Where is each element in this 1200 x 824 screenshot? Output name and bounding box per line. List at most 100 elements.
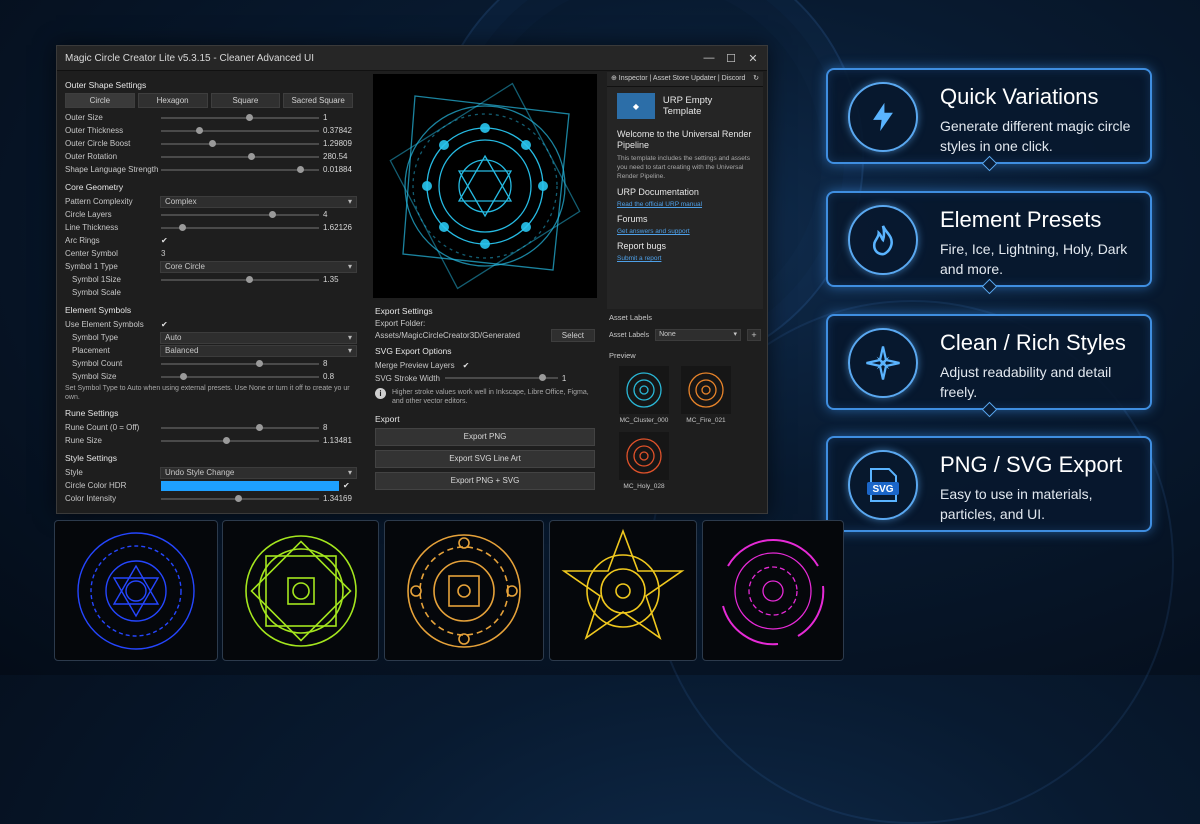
slider-knob[interactable] [246,113,254,121]
setting-value[interactable]: 4 [323,210,357,219]
close-button[interactable]: ✕ [747,52,759,65]
symbol1-size-row: Symbol 1Size 1.35 [65,273,357,286]
setting-value[interactable]: 1.13481 [323,436,357,445]
bugs-link[interactable]: Submit a report [617,255,753,262]
slider-knob[interactable] [268,210,276,218]
setting-label: Rune Size [65,436,102,445]
symbol-size-slider[interactable] [161,372,319,382]
maximize-button[interactable]: ☐ [725,52,737,65]
line-thickness-row: Line Thickness 1.62126 [65,221,357,234]
feature-description: Generate different magic circle styles i… [940,118,1131,154]
slider-knob[interactable] [255,423,263,431]
forums-link[interactable]: Get answers and support [617,228,753,235]
circle-layers-slider[interactable] [161,210,319,220]
placement-dropdown[interactable]: Balanced [160,344,357,357]
center-symbol-field[interactable]: 3 [161,249,165,258]
urp-logo-icon: ◆ [617,93,655,119]
export-png-button[interactable]: Export PNG [375,428,595,446]
shape-language-slider[interactable] [161,165,319,175]
slider-knob[interactable] [248,152,256,160]
slider-knob[interactable] [195,126,203,134]
export-svg-button[interactable]: Export SVG Line Art [375,450,595,468]
info-note: i Higher stroke values work well in Inks… [375,388,595,406]
setting-value[interactable]: 1.62126 [323,223,357,232]
feature-title: Element Presets [940,207,1102,232]
symbol1-type-dropdown[interactable]: Core Circle [160,260,357,273]
magic-circle-graphic [244,534,357,647]
circle-color-swatch[interactable] [161,480,339,491]
rune-count-slider[interactable] [161,423,319,433]
doc-heading: URP Documentation [617,187,699,197]
line-thickness-slider[interactable] [161,223,319,233]
feature-description: Easy to use in materials, particles, and… [940,486,1093,522]
asset-labels-dropdown[interactable]: None [655,329,741,341]
magic-circle-preview[interactable] [373,74,597,298]
add-label-button[interactable]: + [747,329,761,341]
magic-circle-graphic [407,533,521,648]
color-intensity-slider[interactable] [161,494,319,504]
symbol-count-slider[interactable] [161,359,319,369]
slider-knob[interactable] [222,436,230,444]
setting-label: Line Thickness [65,223,119,232]
setting-value[interactable]: 1.35 [323,275,357,284]
export-png-svg-button[interactable]: Export PNG + SVG [375,472,595,490]
setting-value[interactable]: 1.34169 [323,494,357,503]
outer-circle-boost-slider[interactable] [161,139,319,149]
slider-knob[interactable] [180,372,188,380]
inspector-tab-label[interactable]: ⊕ Inspector | Asset Store Updater | Disc… [611,75,745,82]
symbol1-size-slider[interactable] [161,275,319,285]
setting-value[interactable]: 280.54 [323,152,357,161]
outer-size-slider[interactable] [161,113,319,123]
minimize-button[interactable]: — [703,52,715,65]
asset-labels-section: Asset Labels Asset Labels None + [607,309,763,345]
slider-knob[interactable] [297,165,305,173]
outer-rotation-slider[interactable] [161,152,319,162]
preview-item[interactable]: MC_Holy_028 [617,432,671,490]
preview-item[interactable]: MC_Fire_021 [679,366,733,424]
setting-value[interactable]: 0.01884 [323,165,357,174]
setting-value[interactable]: 1 [323,113,357,122]
merge-preview-checkbox[interactable]: ✔ [463,361,470,370]
setting-value[interactable]: 0.37842 [323,126,357,135]
svg-file-icon: SVG [848,450,918,520]
setting-value[interactable]: 0.8 [323,372,357,381]
doc-link[interactable]: Read the official URP manual [617,201,753,208]
diamond-icon [981,278,998,295]
use-element-symbols-checkbox[interactable]: ✔ [161,320,168,329]
slider-knob[interactable] [235,494,243,502]
preview-item[interactable]: MC_Cluster_000 [617,366,671,424]
section-heading: SVG Export Options [375,346,452,356]
pattern-complexity-dropdown[interactable]: Complex [160,195,357,208]
tab-circle[interactable]: Circle [65,93,135,108]
slider-knob[interactable] [539,374,547,381]
outer-thickness-slider[interactable] [161,126,319,136]
rune-size-slider[interactable] [161,436,319,446]
symbol-type-dropdown[interactable]: Auto [160,331,357,344]
slider-knob[interactable] [208,139,216,147]
setting-value[interactable]: 8 [323,359,357,368]
slider-knob[interactable] [178,223,186,231]
setting-value[interactable]: 8 [323,423,357,432]
feature-card-png-svg-export: SVG PNG / SVG Export Easy to use in mate… [826,436,1152,532]
refresh-icon[interactable]: ↻ [753,72,759,86]
svg-stroke-slider[interactable] [445,373,558,383]
arc-rings-checkbox[interactable]: ✔ [161,236,168,245]
tab-hexagon[interactable]: Hexagon [137,93,208,108]
style-dropdown[interactable]: Undo Style Change [160,466,357,479]
section-heading: Style Settings [65,453,117,463]
slider-knob[interactable] [255,359,263,367]
outer-size-row: Outer Size 1 [65,111,357,124]
section-heading: Outer Shape Settings [65,80,147,90]
setting-value[interactable]: 1.29809 [323,139,357,148]
setting-label: Placement [72,346,110,355]
slider-knob[interactable] [246,275,254,283]
eyedropper-icon[interactable]: ✔ [343,481,350,490]
forums-heading: Forums [617,214,648,224]
inspector-tabs[interactable]: ⊕ Inspector | Asset Store Updater | Disc… [607,72,763,87]
select-folder-button[interactable]: Select [550,328,595,342]
diamond-icon [981,155,998,172]
setting-value[interactable]: 1 [562,374,595,383]
tab-sacred-square[interactable]: Sacred Square [283,93,353,108]
showcase-tile [54,520,218,661]
tab-square[interactable]: Square [210,93,281,108]
